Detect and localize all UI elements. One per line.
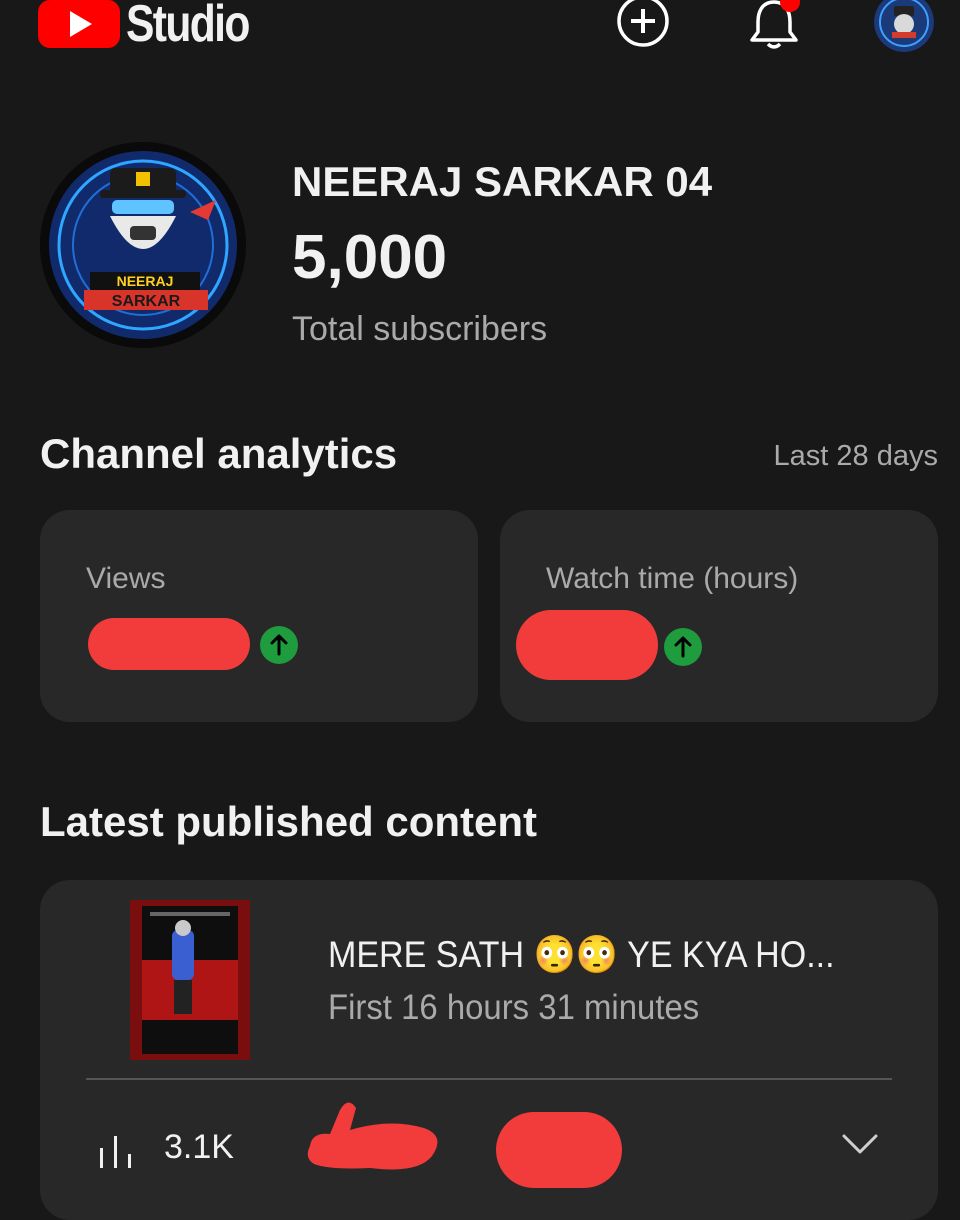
views-count: 3.1K	[164, 1128, 234, 1166]
latest-video-card[interactable]: MERE SATH 😳😳 YE KYA HO... First 16 hours…	[40, 880, 938, 1220]
expand-chevron[interactable]	[840, 1132, 880, 1161]
plus-circle-icon	[617, 0, 669, 47]
video-performance-period: First 16 hours 31 minutes	[328, 988, 700, 1027]
views-card[interactable]: Views	[40, 510, 478, 722]
top-app-bar: Studio	[0, 0, 960, 60]
subscriber-label: Total subscribers	[292, 310, 548, 348]
trend-up-icon	[664, 628, 702, 666]
chevron-down-icon	[842, 1134, 878, 1154]
analytics-title: Channel analytics	[40, 430, 398, 477]
video-thumbnail[interactable]	[130, 900, 250, 1060]
divider	[86, 1078, 892, 1080]
redaction-mark	[496, 1112, 622, 1188]
create-button[interactable]	[614, 0, 672, 53]
app-name: Studio	[126, 0, 250, 53]
redaction-mark	[307, 1102, 438, 1170]
channel-name: NEERAJ SARKAR 04	[292, 158, 713, 205]
watch-time-card[interactable]: Watch time (hours)	[500, 510, 938, 722]
bar-chart-icon	[98, 1134, 144, 1175]
channel-avatar[interactable]: NEERAJ SARKAR	[40, 142, 246, 348]
redaction-mark	[88, 618, 250, 670]
redaction-mark	[516, 610, 658, 680]
views-label: Views	[86, 562, 166, 595]
account-avatar[interactable]	[874, 0, 934, 52]
logo-text-line1: NEERAJ	[117, 273, 174, 289]
date-range[interactable]: Last 28 days	[774, 440, 938, 473]
watch-time-label: Watch time (hours)	[546, 562, 799, 595]
trend-up-icon	[260, 626, 298, 664]
studio-logo[interactable]: Studio	[38, 0, 276, 53]
youtube-play-icon	[38, 0, 120, 48]
subscriber-count: 5,000	[292, 223, 448, 292]
video-title[interactable]: MERE SATH 😳😳 YE KYA HO...	[328, 934, 835, 977]
latest-content-title: Latest published content	[40, 798, 538, 845]
logo-text-line2: SARKAR	[112, 293, 181, 310]
